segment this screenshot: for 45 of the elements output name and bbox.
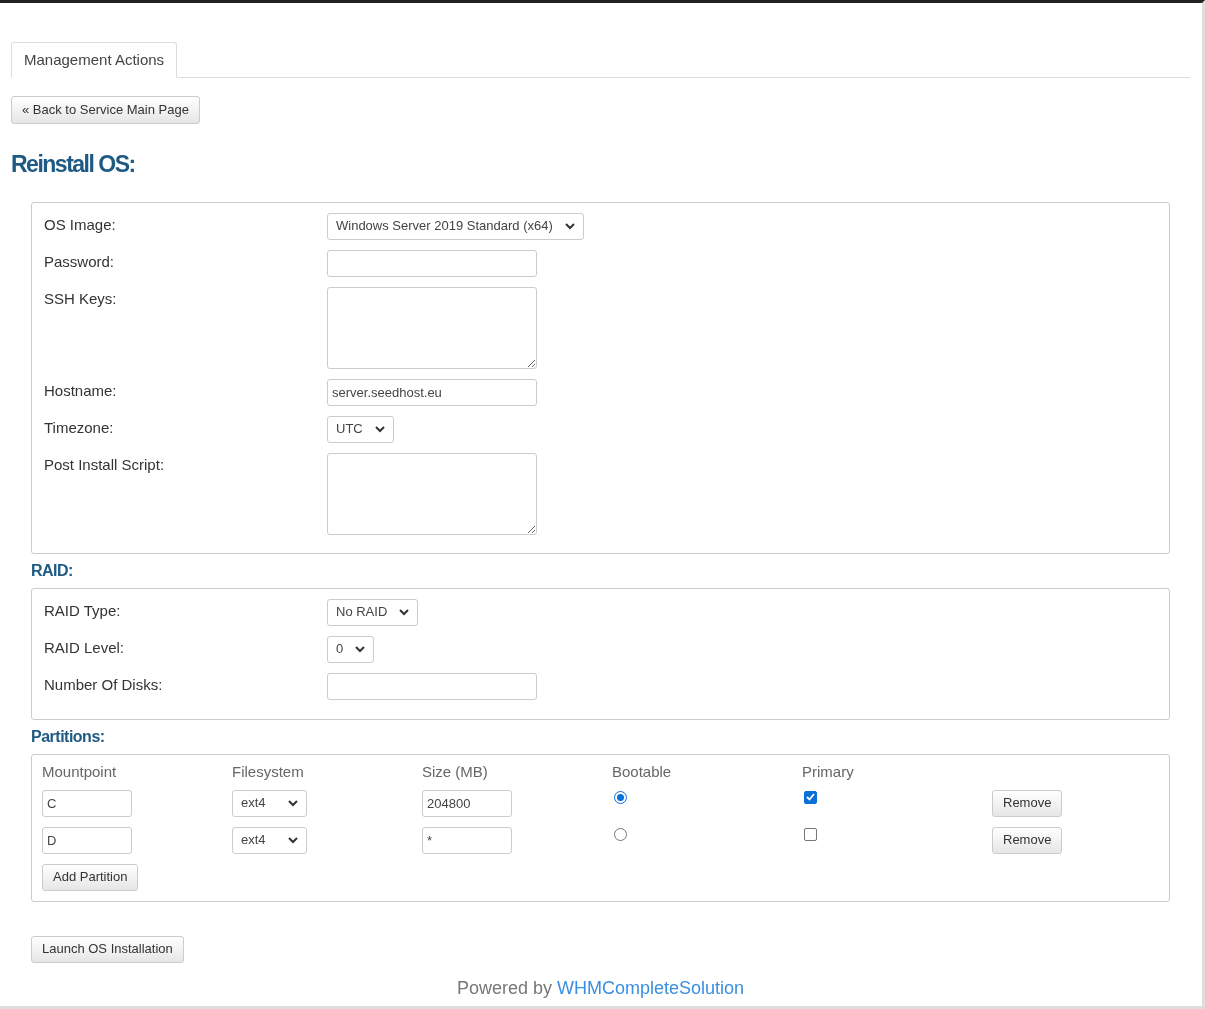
- field-label: Password:: [44, 251, 116, 272]
- add-partition-button[interactable]: Add Partition: [42, 863, 139, 891]
- chevron-down-icon: [288, 799, 298, 807]
- field-label: Hostname:: [44, 380, 118, 401]
- input-field[interactable]: C: [42, 789, 132, 817]
- remove-button[interactable]: Remove: [992, 789, 1063, 817]
- input-field[interactable]: server.seedhost.eu: [327, 378, 537, 406]
- select-field[interactable]: No RAID: [327, 598, 419, 626]
- field-label: OS Image:: [44, 214, 117, 235]
- select-field[interactable]: ext4: [232, 789, 307, 817]
- tab[interactable]: Management Actions: [11, 42, 178, 78]
- checkbox[interactable]: [804, 790, 817, 804]
- chevron-down-icon: [355, 645, 366, 653]
- chevron-down-icon: [564, 222, 575, 230]
- column-header: Mountpoint: [42, 761, 118, 782]
- checkbox[interactable]: [804, 827, 817, 841]
- page-title: Reinstall OS:: [11, 150, 136, 179]
- remove-button[interactable]: Remove: [992, 826, 1063, 854]
- field-label: SSH Keys:: [44, 288, 118, 309]
- input-field[interactable]: *: [422, 826, 512, 854]
- field-label: RAID Type:: [44, 600, 122, 621]
- launch-button[interactable]: Launch OS Installation: [31, 935, 184, 963]
- field-label: RAID Level:: [44, 637, 126, 658]
- column-header: Primary: [802, 761, 855, 782]
- field-label: Timezone:: [44, 417, 115, 438]
- select-field[interactable]: ext4: [232, 826, 307, 854]
- chevron-down-icon: [374, 425, 385, 433]
- field-label: Number Of Disks:: [44, 674, 164, 695]
- chevron-down-icon: [288, 836, 298, 844]
- chevron-down-icon: [399, 608, 410, 616]
- input-field[interactable]: D: [42, 826, 132, 854]
- section-heading: RAID:: [31, 560, 74, 581]
- section-heading: Partitions:: [31, 726, 106, 747]
- input-field[interactable]: 204800: [422, 789, 512, 817]
- footer-text: Powered by: [456, 977, 552, 998]
- column-header: Filesystem: [232, 761, 305, 782]
- column-header: Size (MB): [422, 761, 489, 782]
- back-button[interactable]: « Back to Service Main Page: [11, 96, 200, 124]
- select-field[interactable]: 0: [327, 635, 375, 663]
- input-field[interactable]: [327, 249, 537, 277]
- input-field[interactable]: [327, 672, 537, 700]
- field-label: Post Install Script:: [44, 454, 166, 475]
- column-header: Bootable: [612, 761, 673, 782]
- select-field[interactable]: Windows Server 2019 Standard (x64): [327, 212, 584, 240]
- select-field[interactable]: UTC: [327, 415, 394, 443]
